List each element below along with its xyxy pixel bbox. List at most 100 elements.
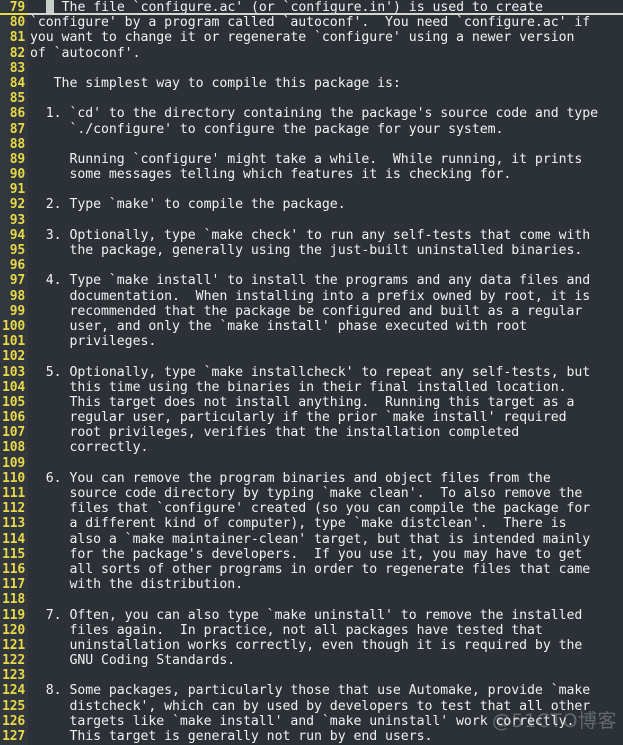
- line-text[interactable]: [28, 213, 623, 228]
- line-text[interactable]: documentation. When installing into a pr…: [28, 289, 623, 304]
- editor-line[interactable]: 112 files that `configure' created (so y…: [0, 501, 623, 517]
- line-text[interactable]: source code directory by typing `make cl…: [28, 486, 623, 501]
- editor-line[interactable]: 114 also a `make maintainer-clean' targe…: [0, 531, 623, 547]
- line-text[interactable]: files that `configure' created (so you c…: [28, 501, 623, 516]
- editor-line[interactable]: 106 regular user, particularly if the pr…: [0, 410, 623, 426]
- editor-line[interactable]: 109: [0, 455, 623, 471]
- editor-line[interactable]: 92 2. Type `make' to compile the package…: [0, 197, 623, 213]
- editor-line[interactable]: 104 this time using the binaries in thei…: [0, 379, 623, 395]
- line-text[interactable]: with the distribution.: [28, 577, 623, 592]
- editor-line[interactable]: 98 documentation. When installing into a…: [0, 288, 623, 304]
- line-text[interactable]: `configure' by a program called `autocon…: [28, 15, 623, 30]
- editor-line[interactable]: 126 targets like `make install' and `mak…: [0, 713, 623, 729]
- line-text[interactable]: privileges.: [28, 334, 623, 349]
- line-text[interactable]: The file `configure.ac' (or `configure.i…: [28, 0, 623, 16]
- editor-line[interactable]: 85: [0, 91, 623, 107]
- line-text[interactable]: [28, 258, 623, 273]
- line-text[interactable]: Running `configure' might take a while. …: [28, 152, 623, 167]
- line-text[interactable]: The simplest way to compile this package…: [28, 76, 623, 91]
- text-editor-viewport[interactable]: 79 The file `configure.ac' (or `configur…: [0, 0, 623, 745]
- line-text[interactable]: 2. Type `make' to compile the package.: [28, 197, 623, 212]
- line-text[interactable]: for the package's developers. If you use…: [28, 547, 623, 562]
- editor-line[interactable]: 96: [0, 258, 623, 274]
- editor-line[interactable]: 115 for the package's developers. If you…: [0, 546, 623, 562]
- editor-line[interactable]: 117 with the distribution.: [0, 577, 623, 593]
- editor-line[interactable]: 113 a different kind of computer), type …: [0, 516, 623, 532]
- line-text[interactable]: this time using the binaries in their fi…: [28, 380, 623, 395]
- line-text[interactable]: [28, 456, 623, 471]
- editor-line[interactable]: 123: [0, 668, 623, 684]
- editor-line[interactable]: 103 5. Optionally, type `make installche…: [0, 364, 623, 380]
- line-text[interactable]: [28, 668, 623, 683]
- line-text[interactable]: [28, 349, 623, 364]
- editor-line[interactable]: 110 6. You can remove the program binari…: [0, 470, 623, 486]
- line-text[interactable]: some messages telling which features it …: [28, 167, 623, 182]
- line-text[interactable]: the package, generally using the just-bu…: [28, 243, 623, 258]
- editor-line[interactable]: 121 uninstallation works correctly, even…: [0, 637, 623, 654]
- editor-line[interactable]: 107 root privileges, verifies that the i…: [0, 425, 623, 441]
- editor-line[interactable]: 125 distcheck', which can by used by dev…: [0, 698, 623, 714]
- editor-line[interactable]: 89 Running `configure' might take a whil…: [0, 151, 623, 168]
- line-text[interactable]: also a `make maintainer-clean' target, b…: [28, 532, 623, 547]
- editor-line[interactable]: 118: [0, 592, 623, 608]
- line-number: 126: [0, 713, 28, 729]
- editor-line[interactable]: 120 files again. In practice, not all pa…: [0, 622, 623, 638]
- line-text[interactable]: 8. Some packages, particularly those tha…: [28, 683, 623, 698]
- editor-line[interactable]: 97 4. Type `make install' to install the…: [0, 273, 623, 289]
- line-text[interactable]: targets like `make install' and `make un…: [28, 714, 623, 729]
- editor-line[interactable]: 122 GNU Coding Standards.: [0, 653, 623, 669]
- editor-line[interactable]: 81 you want to change it or regenerate `c…: [0, 30, 623, 46]
- editor-line[interactable]: 100 user, and only the `make install' ph…: [0, 318, 623, 335]
- editor-line[interactable]: 105 This target does not install anythin…: [0, 394, 623, 411]
- editor-line[interactable]: 86 1. `cd' to the directory containing t…: [0, 106, 623, 122]
- editor-line[interactable]: 124 8. Some packages, particularly those…: [0, 683, 623, 699]
- editor-line[interactable]: 127 This target is generally not run by …: [0, 729, 623, 745]
- line-text[interactable]: 4. Type `make install' to install the pr…: [28, 273, 623, 288]
- line-text[interactable]: GNU Coding Standards.: [28, 653, 623, 668]
- line-text[interactable]: 3. Optionally, type `make check' to run …: [28, 228, 623, 243]
- line-text[interactable]: [28, 592, 623, 607]
- line-text[interactable]: uninstallation works correctly, even tho…: [28, 638, 623, 653]
- line-text[interactable]: This target is generally not run by end …: [28, 729, 623, 744]
- line-text[interactable]: files again. In practice, not all packag…: [28, 623, 623, 638]
- editor-line[interactable]: 87 `./configure' to configure the packag…: [0, 121, 623, 137]
- line-text[interactable]: [28, 182, 623, 197]
- line-text[interactable]: recommended that the package be configur…: [28, 304, 623, 319]
- line-text[interactable]: 1. `cd' to the directory containing the …: [28, 106, 623, 121]
- editor-line[interactable]: 83: [0, 60, 623, 76]
- line-text[interactable]: [28, 137, 623, 152]
- editor-line[interactable]: 82 of `autoconf'.: [0, 45, 623, 61]
- editor-line[interactable]: 94 3. Optionally, type `make check' to r…: [0, 227, 623, 243]
- line-text[interactable]: 7. Often, you can also type `make uninst…: [28, 608, 623, 623]
- line-text[interactable]: distcheck', which can by used by develop…: [28, 699, 623, 714]
- editor-line[interactable]: 84 The simplest way to compile this pack…: [0, 75, 623, 92]
- line-text[interactable]: correctly.: [28, 440, 623, 455]
- line-text[interactable]: This target does not install anything. R…: [28, 395, 623, 410]
- line-text[interactable]: root privileges, verifies that the insta…: [28, 425, 623, 440]
- editor-line[interactable]: 102: [0, 349, 623, 365]
- editor-line[interactable]: 80 `configure' by a program called `autoc…: [0, 15, 623, 31]
- line-text[interactable]: a different kind of computer), type `mak…: [28, 516, 623, 531]
- editor-line[interactable]: 90 some messages telling which features …: [0, 167, 623, 183]
- editor-line[interactable]: 93: [0, 212, 623, 228]
- editor-line[interactable]: 111 source code directory by typing `mak…: [0, 486, 623, 502]
- editor-line[interactable]: 99 recommended that the package be confi…: [0, 303, 623, 319]
- line-text[interactable]: 5. Optionally, type `make installcheck' …: [28, 365, 623, 380]
- editor-line[interactable]: 108 correctly.: [0, 440, 623, 456]
- line-text[interactable]: [28, 91, 623, 106]
- editor-line[interactable]: 119 7. Often, you can also type `make un…: [0, 607, 623, 623]
- line-text[interactable]: [28, 61, 623, 76]
- line-text[interactable]: 6. You can remove the program binaries a…: [28, 471, 623, 486]
- editor-line[interactable]: 79 The file `configure.ac' (or `configur…: [0, 0, 623, 16]
- line-text[interactable]: user, and only the `make install' phase …: [28, 319, 623, 334]
- line-text[interactable]: `./configure' to configure the package f…: [28, 122, 623, 137]
- editor-line[interactable]: 116 all sorts of other programs in order…: [0, 561, 623, 578]
- editor-line[interactable]: 88: [0, 136, 623, 152]
- line-text[interactable]: all sorts of other programs in order to …: [28, 562, 623, 577]
- line-text[interactable]: of `autoconf'.: [28, 46, 623, 61]
- line-text[interactable]: you want to change it or regenerate `con…: [28, 30, 623, 45]
- line-text[interactable]: regular user, particularly if the prior …: [28, 410, 623, 425]
- editor-line[interactable]: 95 the package, generally using the just…: [0, 243, 623, 259]
- editor-line[interactable]: 101 privileges.: [0, 334, 623, 350]
- editor-line[interactable]: 91: [0, 182, 623, 198]
